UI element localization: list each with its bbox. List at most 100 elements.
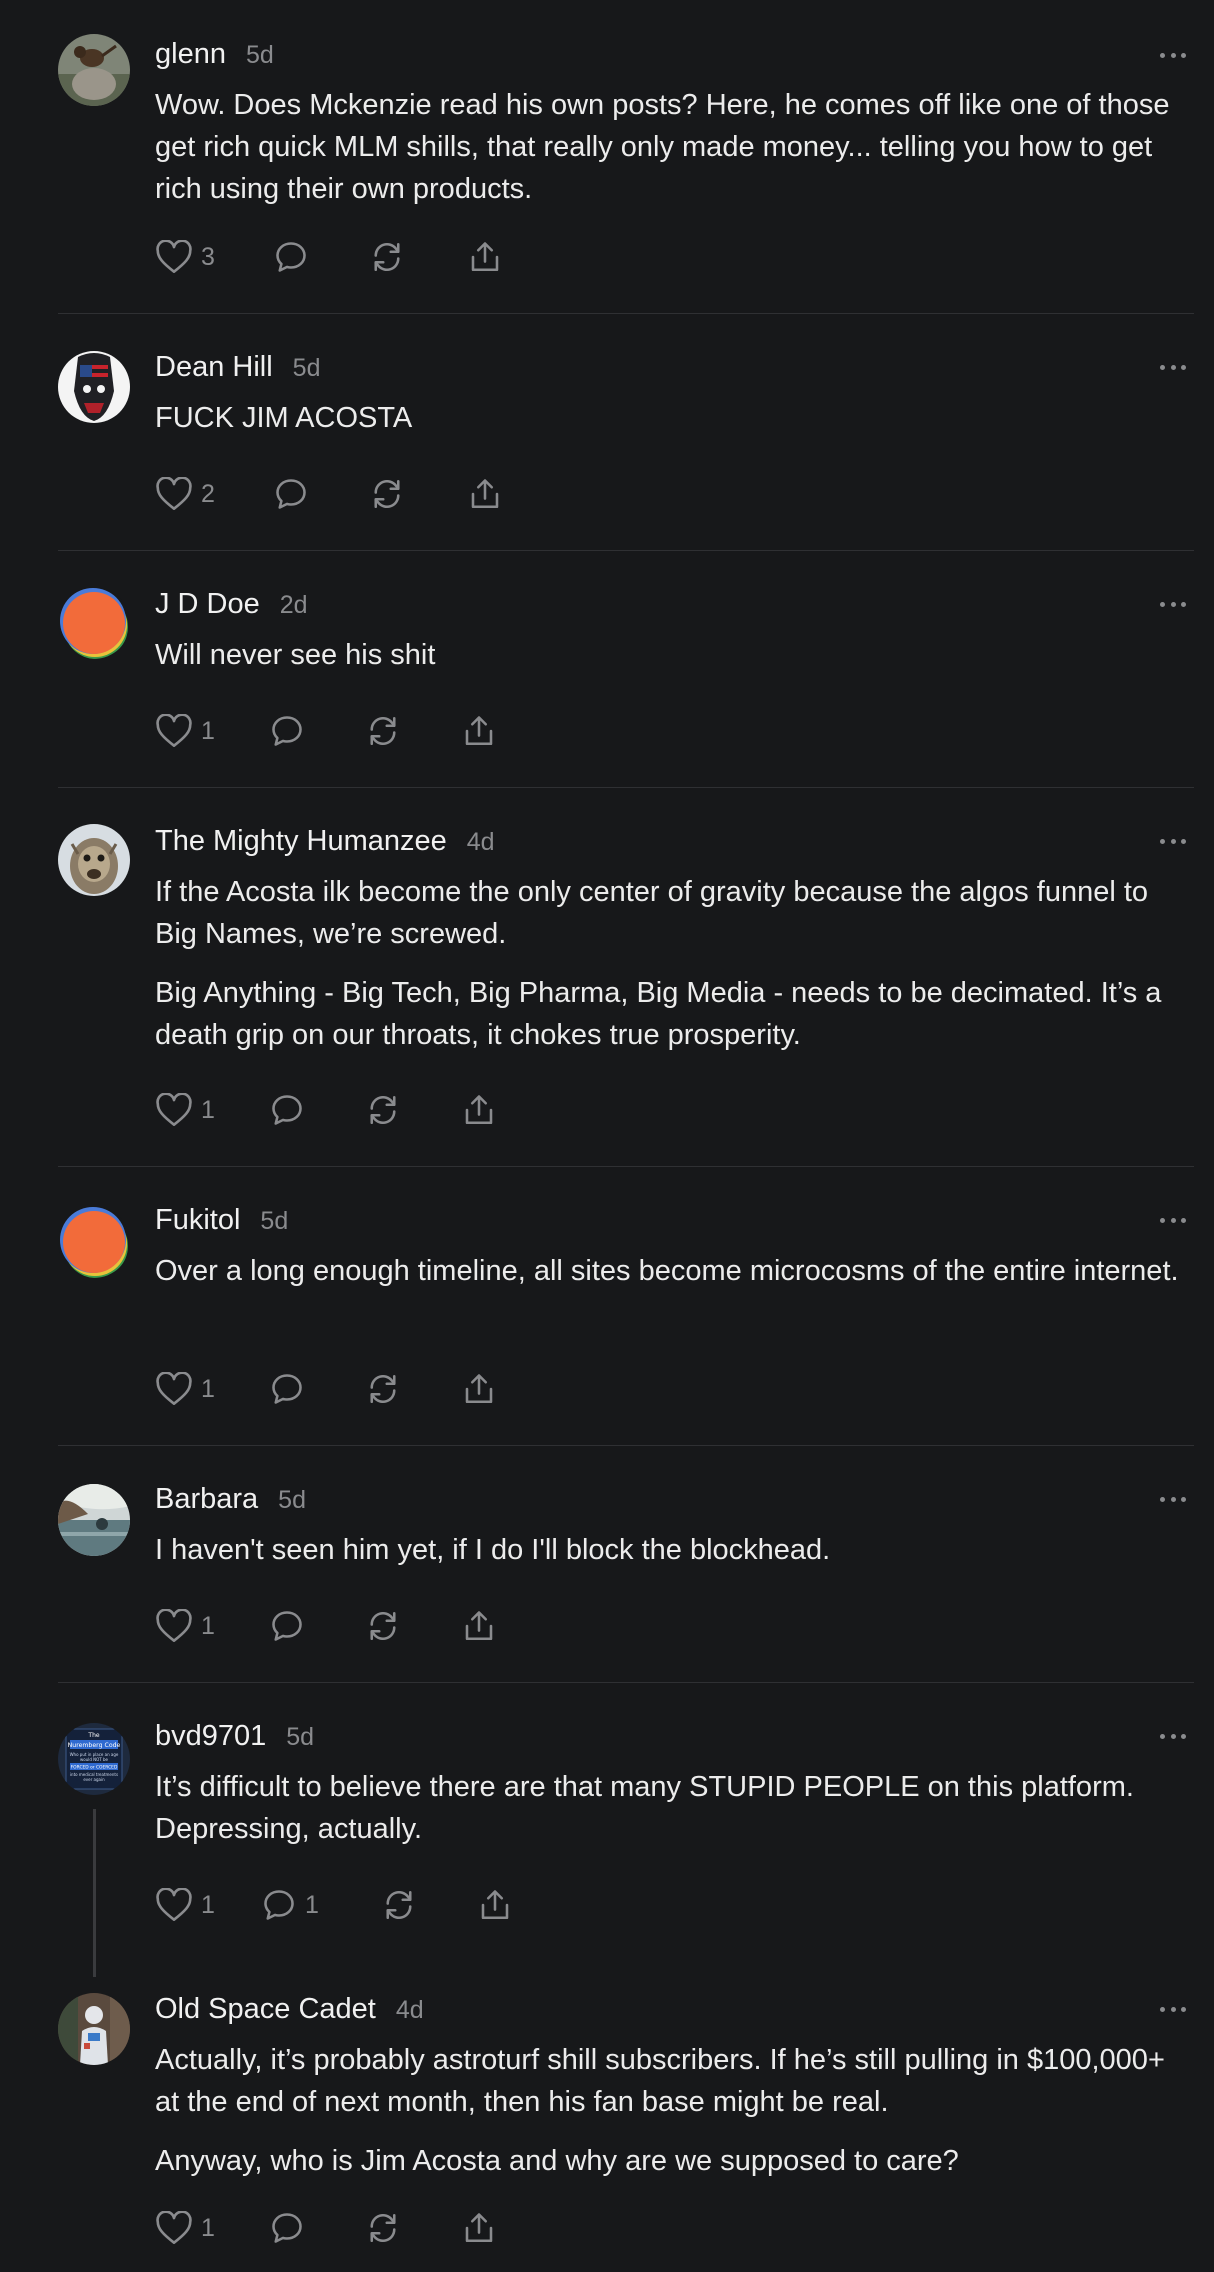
avatar-text: ever again [83,1777,105,1782]
comment-text: Wow. Does Mckenzie read his own posts? H… [155,89,1170,205]
avatar-text: FORCED or COERCED [71,1765,118,1771]
reply-button[interactable] [269,2210,365,2246]
share-button[interactable] [461,2210,497,2246]
avatar[interactable] [58,1993,130,2065]
more-options-icon[interactable] [1160,1731,1186,1741]
reply-button[interactable] [269,1608,365,1644]
restack-button[interactable] [381,1887,477,1923]
comment-item: Fukitol 5d Over a long enough timeline, … [58,1167,1194,1446]
comment-icon [276,479,306,509]
comment-actions: 1 [155,2208,497,2248]
avatar[interactable] [58,587,130,659]
comment-text: It’s difficult to believe there are that… [155,1771,1134,1845]
restack-icon [370,1095,396,1125]
comment-text: Big Anything - Big Tech, Big Pharma, Big… [155,977,1162,1051]
share-button[interactable] [467,239,503,275]
like-button[interactable]: 1 [155,1372,269,1406]
heart-icon [156,1372,192,1405]
comment-actions: 1 [155,1606,497,1646]
reply-count: 1 [305,1890,319,1919]
more-options-icon[interactable] [1160,599,1186,609]
like-button[interactable]: 2 [155,477,273,511]
avatar[interactable] [58,1484,130,1556]
comment-text: Will never see his shit [155,639,436,671]
reply-button[interactable] [269,1371,365,1407]
share-button[interactable] [461,713,497,749]
timestamp[interactable]: 5d [246,41,274,70]
share-icon [465,716,493,746]
heart-icon [156,1888,192,1921]
like-count: 1 [201,716,215,745]
author-name[interactable]: J D Doe [155,588,260,621]
like-button[interactable]: 1 [155,714,269,748]
avatar[interactable] [58,1206,130,1278]
share-button[interactable] [461,1092,497,1128]
restack-button[interactable] [365,1608,461,1644]
share-icon [465,1095,493,1125]
comment-text: Anyway, who is Jim Acosta and why are we… [155,2145,959,2177]
reply-button[interactable] [273,476,369,512]
avatar[interactable] [58,351,130,423]
author-name[interactable]: The Mighty Humanzee [155,825,447,858]
author-name[interactable]: bvd9701 [155,1720,266,1753]
author-name[interactable]: Barbara [155,1483,258,1516]
timestamp[interactable]: 4d [396,1996,424,2025]
more-options-icon[interactable] [1160,836,1186,846]
restack-icon [374,242,400,272]
timestamp[interactable]: 4d [467,828,495,857]
share-button[interactable] [467,476,503,512]
restack-button[interactable] [365,1092,461,1128]
timestamp[interactable]: 5d [278,1486,306,1515]
share-button[interactable] [461,1608,497,1644]
like-count: 2 [201,479,215,508]
reply-button[interactable]: 1 [261,1887,381,1923]
reply-button[interactable] [269,1092,365,1128]
comment-icon [272,1374,302,1404]
timestamp[interactable]: 5d [293,354,321,383]
avatar-text: The [87,1732,99,1739]
comment-icon [272,2213,302,2243]
restack-button[interactable] [365,2210,461,2246]
more-options-icon[interactable] [1160,362,1186,372]
share-button[interactable] [461,1371,497,1407]
avatar[interactable] [58,34,130,106]
thread-line [93,1809,96,1977]
more-options-icon[interactable] [1160,1215,1186,1225]
comment-text: FUCK JIM ACOSTA [155,402,413,434]
heart-icon [156,1609,192,1642]
more-options-icon[interactable] [1160,2004,1186,2014]
restack-button[interactable] [365,713,461,749]
like-count: 1 [201,1611,215,1640]
restack-button[interactable] [369,476,467,512]
author-name[interactable]: Fukitol [155,1204,240,1237]
author-name[interactable]: glenn [155,38,226,71]
comment-icon [264,1890,294,1920]
avatar[interactable]: The Nuremberg Code Who put in place an a… [58,1723,130,1795]
like-count: 1 [201,1890,215,1919]
reply-button[interactable] [269,713,365,749]
comment-feed: glenn 5d Wow. Does Mckenzie read his own… [58,0,1194,2272]
author-name[interactable]: Dean Hill [155,351,273,384]
author-name[interactable]: Old Space Cadet [155,1993,376,2026]
comment-item: The Mighty Humanzee 4d If the Acosta ilk… [58,788,1194,1167]
restack-icon [386,1890,412,1920]
reply-button[interactable] [273,239,369,275]
avatar[interactable] [58,824,130,896]
restack-button[interactable] [369,239,467,275]
restack-button[interactable] [365,1371,461,1407]
timestamp[interactable]: 2d [280,591,308,620]
like-button[interactable]: 1 [155,2211,269,2245]
like-count: 1 [201,1374,215,1403]
like-button[interactable]: 3 [155,240,273,274]
share-button[interactable] [477,1887,513,1923]
timestamp[interactable]: 5d [260,1207,288,1236]
share-icon [481,1890,509,1920]
timestamp[interactable]: 5d [286,1723,314,1752]
like-button[interactable]: 1 [155,1609,269,1643]
more-options-icon[interactable] [1160,1494,1186,1504]
share-icon [471,479,499,509]
more-options-icon[interactable] [1160,50,1186,60]
like-button[interactable]: 1 [155,1888,261,1922]
like-button[interactable]: 1 [155,1093,269,1127]
share-icon [465,2213,493,2243]
